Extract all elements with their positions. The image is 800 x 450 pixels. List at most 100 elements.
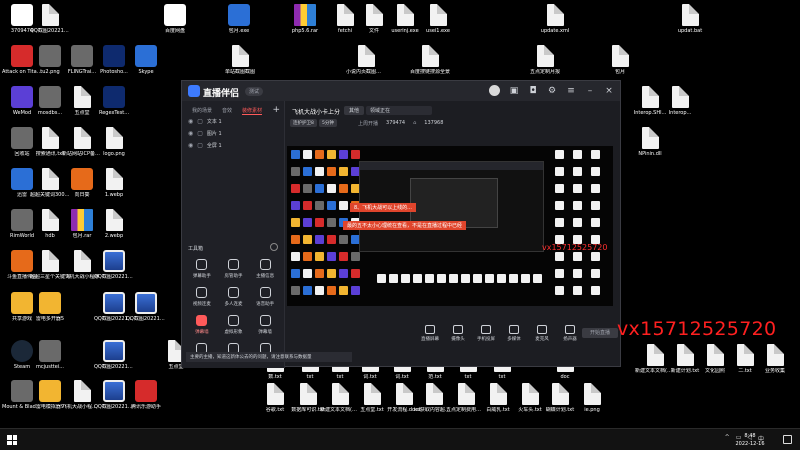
minimize-icon[interactable]: – [585, 86, 595, 96]
category-button[interactable]: 其他 [344, 106, 365, 115]
visibility-icon[interactable]: ◉ [188, 142, 193, 149]
tool-button[interactable]: 虚拟形象 [218, 315, 250, 335]
windows-start-icon[interactable] [7, 435, 17, 445]
gift-icon[interactable]: ▣ [509, 86, 519, 96]
source-item[interactable]: ◉ ▢ 全屏 1 [182, 139, 284, 151]
desktop-icon[interactable]: usei1.exe [418, 4, 458, 34]
preview-icon [573, 218, 582, 227]
tools-grid: 弹幕助手房管助手主播信息视频连麦多人连麦语音助手弹幕墙虚拟形象弹幕墙背景直播间直… [186, 259, 281, 363]
tool-button[interactable]: 弹幕墙 [186, 315, 218, 335]
tool-button[interactable]: 主播信息 [249, 259, 281, 279]
file-icon [41, 209, 59, 231]
desktop-icon[interactable]: QQ截图202212... [126, 292, 166, 322]
file-icon [294, 4, 316, 26]
file-icon [521, 383, 539, 405]
lock-icon[interactable]: ◘ [528, 86, 538, 96]
capture-tool-button[interactable]: 手机投屏 [474, 325, 498, 342]
visibility-icon[interactable]: ◉ [188, 118, 193, 125]
desktop-icon[interactable]: mcjusttei... [30, 340, 70, 370]
desktop-icon[interactable]: 雷电多开器5 [30, 292, 70, 322]
desktop-icon[interactable]: 百度搜链搜源全景 [410, 45, 450, 75]
desktop-icon[interactable]: 腾讯乐游助手 [126, 380, 166, 410]
desktop-icon[interactable]: QQ截图20221206... [30, 4, 70, 34]
start-live-button[interactable]: 开始直播 [582, 328, 618, 338]
preview-icon [315, 235, 324, 244]
avatar[interactable] [489, 85, 500, 96]
close-icon[interactable]: × [604, 86, 614, 96]
preview-icon [555, 167, 564, 176]
desktop-icon[interactable]: Interop... [660, 86, 700, 116]
file-icon [105, 127, 123, 149]
add-scene-icon[interactable]: + [272, 105, 280, 115]
preview-icon [303, 252, 312, 261]
visibility-icon[interactable]: ◉ [188, 130, 193, 137]
tool-button[interactable]: 语音助手 [249, 287, 281, 307]
source-item[interactable]: ◉ ▢ 文本 1 [182, 115, 284, 127]
capture-tool-button[interactable]: 多媒体 [502, 325, 526, 342]
desktop-icon[interactable]: 2.webp [94, 209, 134, 239]
preview-icon [573, 252, 582, 261]
desktop-icon[interactable]: updat.bat [670, 4, 710, 34]
desktop-icon[interactable]: 小说内页截图设计截图 [346, 45, 386, 75]
tool-button[interactable]: 弹幕助手 [186, 259, 218, 279]
desktop-icon-label: 数.txt [268, 374, 282, 380]
desktop-icon-label: 1.webp [104, 192, 124, 198]
desktop-icon[interactable]: 业务收集 [755, 344, 795, 374]
bottom-toolbar: 直播屏幕 摄像头 手机投屏 多媒体 麦克风 扬声器 开始直播 [286, 321, 622, 351]
desktop-icon[interactable]: logo.png [94, 127, 134, 157]
app-titlebar: 直播伴侣 测试 ▣ ◘ ⚙ ≡ – × [182, 81, 620, 101]
desktop-icon[interactable]: php5.6.rar [285, 4, 325, 34]
tool-button[interactable]: 房管助手 [218, 259, 250, 279]
desktop-icon[interactable]: Skype [126, 45, 166, 75]
preview-icon [291, 235, 300, 244]
desktop-icon-label: 雷电多开器5 [35, 316, 65, 322]
clock[interactable]: 8:48 2022-12-16 [726, 432, 774, 448]
desktop-icon-label: 小说内页截图设计截图 [346, 69, 386, 75]
file-icon [681, 4, 699, 26]
desktop-icon[interactable]: 五点定制月报 [525, 45, 565, 75]
app-logo-icon [188, 85, 200, 97]
clock-time: 8:48 [744, 433, 756, 439]
desktop-icon[interactable]: 百度网盘 [155, 4, 195, 34]
tool-button[interactable]: 弹幕墙 [249, 315, 281, 335]
room-title[interactable]: 飞机大战小卡上分 [292, 107, 340, 116]
desktop-icon[interactable]: update.xml [535, 4, 575, 34]
scene-tab[interactable]: 音效 [222, 107, 232, 115]
scene-tab[interactable]: 装修素材 [242, 107, 263, 115]
tool-icon [259, 315, 271, 326]
scene-tab[interactable]: 我的场景 [192, 107, 212, 115]
capture-tool-button[interactable]: 扬声器 [558, 325, 582, 342]
tool-button[interactable]: 多人连麦 [218, 287, 250, 307]
preview-icon [315, 201, 324, 210]
source-item[interactable]: ◉ ▢ 图片 1 [182, 127, 284, 139]
tag-badge[interactable]: 5分钟 [319, 119, 337, 127]
capture-tool-label: 手机投屏 [477, 337, 495, 342]
desktop-icon[interactable]: NPinin.dll [630, 127, 670, 157]
tools-more-icon[interactable] [270, 243, 278, 251]
desktop-icon[interactable]: RegexTest... [94, 86, 134, 116]
preview-icon [425, 274, 434, 283]
menu-icon[interactable]: ≡ [566, 86, 576, 96]
capture-tool-button[interactable]: 摄像头 [446, 325, 470, 342]
anchor-field[interactable]: 领域正在 [366, 106, 432, 115]
desktop-icon[interactable]: 单站截图截图 [220, 45, 260, 75]
preview-icon [327, 167, 336, 176]
preview-icon [339, 167, 348, 176]
desktop-icon[interactable]: QQ截图202212... [94, 250, 134, 280]
stream-preview[interactable]: 8、飞机大战可以上线的... 最的五不太小心理统在查看，不是在直播过程中已经 v… [287, 146, 613, 306]
preview-icon [303, 235, 312, 244]
desktop-icon[interactable]: ie.png [572, 383, 612, 413]
notification-icon[interactable] [783, 435, 792, 444]
preview-icon [351, 269, 360, 278]
tag-badge[interactable]: 连护护卫8 [290, 119, 317, 127]
desktop-icon-label: logo.png [103, 151, 125, 157]
file-icon [676, 344, 694, 366]
desktop-icon[interactable]: 包月 [600, 45, 640, 75]
settings-icon[interactable]: ⚙ [547, 86, 557, 96]
capture-tool-button[interactable]: 麦克风 [530, 325, 554, 342]
capture-tool-button[interactable]: 直播屏幕 [418, 325, 442, 342]
desktop-icon[interactable]: 1.webp [94, 168, 134, 198]
desktop-icon[interactable]: QQ截图202211... [94, 340, 134, 370]
tool-button[interactable]: 视频连麦 [186, 287, 218, 307]
desktop-icon[interactable]: 包月.exe [219, 4, 259, 34]
